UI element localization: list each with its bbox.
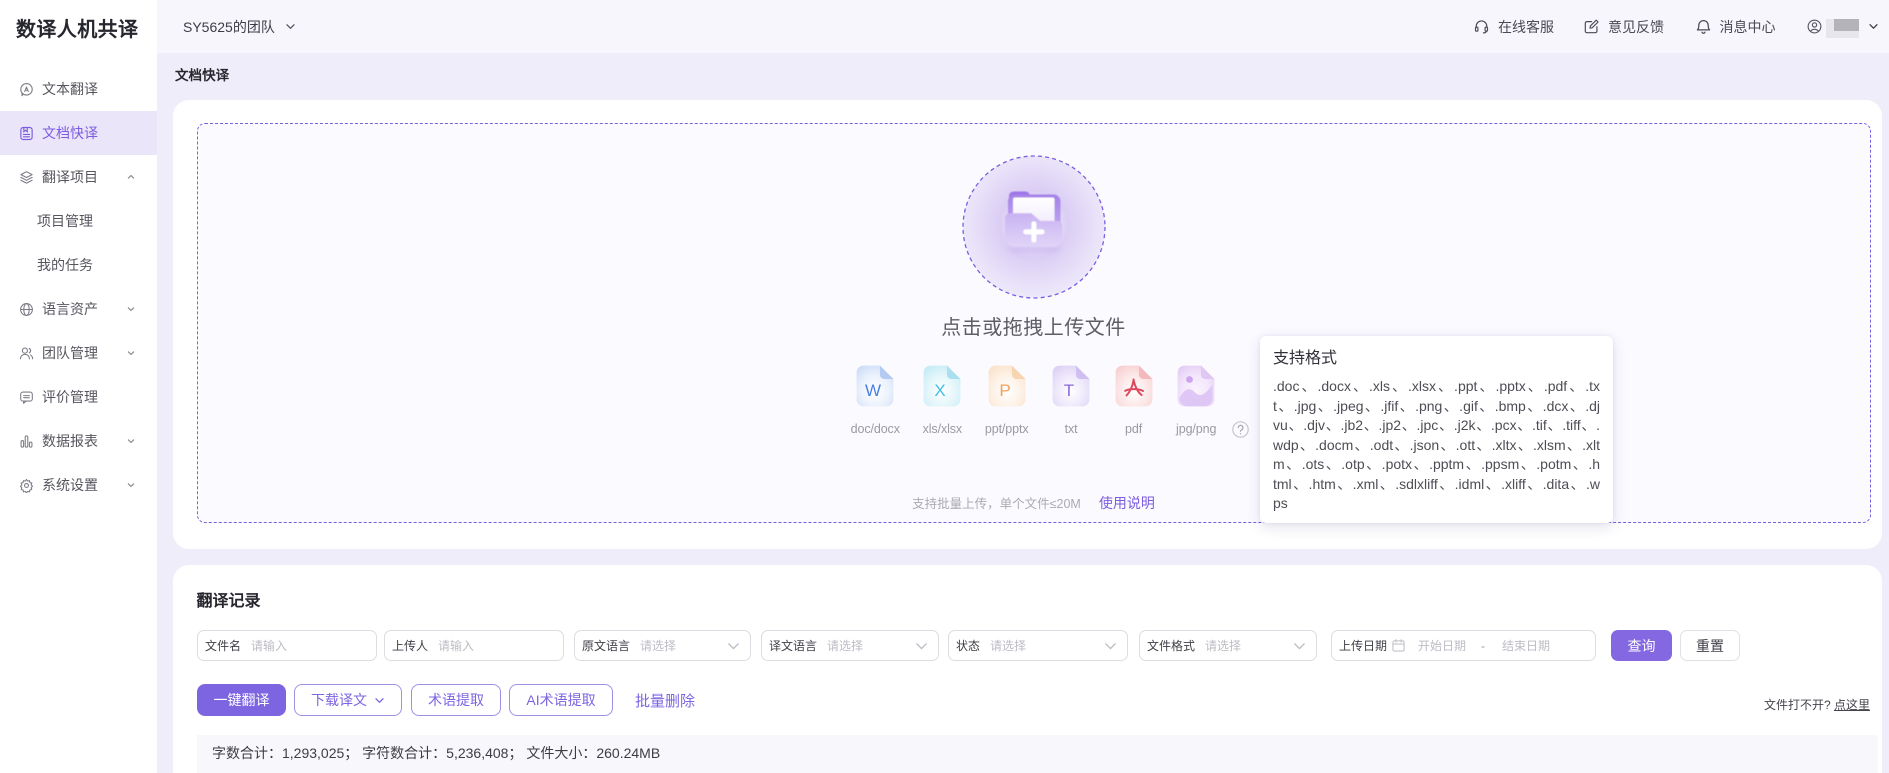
svg-text:W: W (865, 381, 881, 400)
svg-text:T: T (1064, 381, 1074, 400)
svg-text:P: P (999, 381, 1010, 400)
svg-text:X: X (935, 381, 946, 400)
